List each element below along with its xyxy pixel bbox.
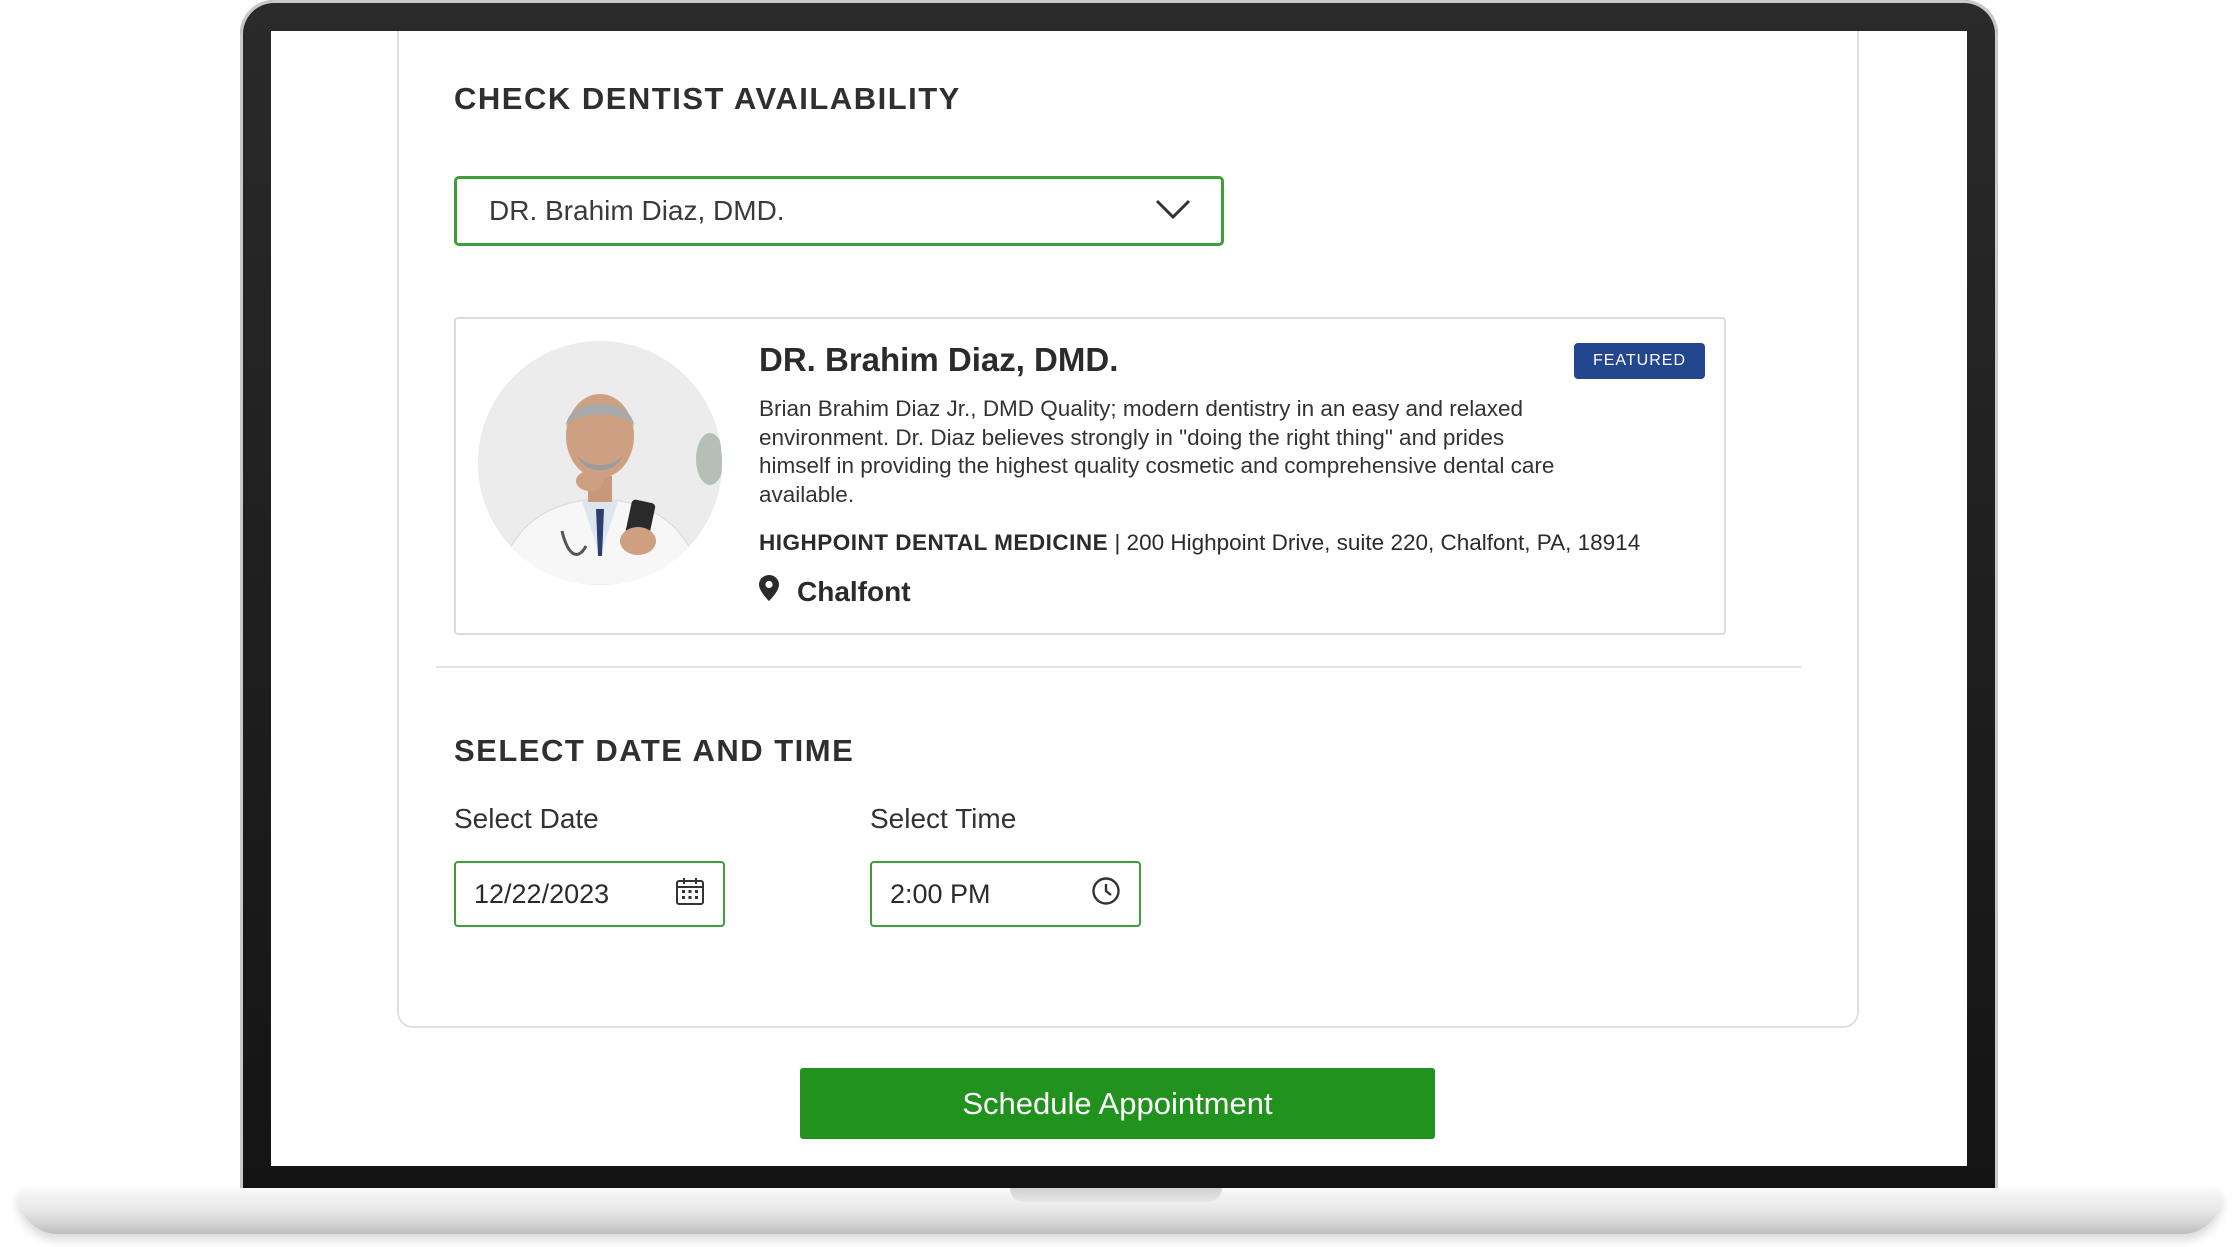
dentist-bio: Brian Brahim Diaz Jr., DMD Quality; mode…: [759, 396, 1555, 507]
practice-name: HIGHPOINT DENTAL MEDICINE: [759, 530, 1109, 555]
dentist-select-value: DR. Brahim Diaz, DMD.: [489, 195, 785, 226]
availability-title: CHECK DENTIST AVAILABILITY: [454, 81, 961, 116]
featured-badge: FEATURED: [1574, 343, 1705, 379]
time-input[interactable]: 2:00 PM: [870, 861, 1141, 927]
section-divider: [436, 666, 1801, 668]
map-pin-icon: [759, 575, 779, 608]
datetime-title: SELECT DATE AND TIME: [454, 733, 855, 768]
time-value: 2:00 PM: [890, 878, 991, 909]
calendar-icon[interactable]: [675, 876, 705, 913]
practice-street: | 200 Highpoint Drive, suite 220, Chalfo…: [1114, 530, 1641, 555]
time-label: Select Time: [870, 803, 1017, 834]
practice-address: HIGHPOINT DENTAL MEDICINE | 200 Highpoin…: [759, 530, 1640, 556]
laptop-screen: CHECK DENTIST AVAILABILITY DR. Brahim Di…: [271, 31, 1967, 1166]
date-value: 12/22/2023: [474, 878, 610, 909]
dentist-select[interactable]: DR. Brahim Diaz, DMD.: [454, 176, 1224, 246]
dentist-avatar: [478, 341, 722, 585]
clock-icon[interactable]: [1091, 876, 1121, 913]
date-input[interactable]: 12/22/2023: [454, 861, 725, 927]
schedule-appointment-button[interactable]: Schedule Appointment: [800, 1068, 1435, 1139]
dentist-card: DR. Brahim Diaz, DMD. FEATURED Brian Bra…: [454, 317, 1726, 635]
laptop-notch: [1010, 1188, 1222, 1202]
location-label: Chalfont: [797, 575, 911, 607]
date-label: Select Date: [454, 803, 599, 834]
chevron-down-icon: [1155, 195, 1191, 227]
dentist-name: DR. Brahim Diaz, DMD.: [759, 341, 1119, 378]
dentist-location: Chalfont: [759, 575, 911, 608]
